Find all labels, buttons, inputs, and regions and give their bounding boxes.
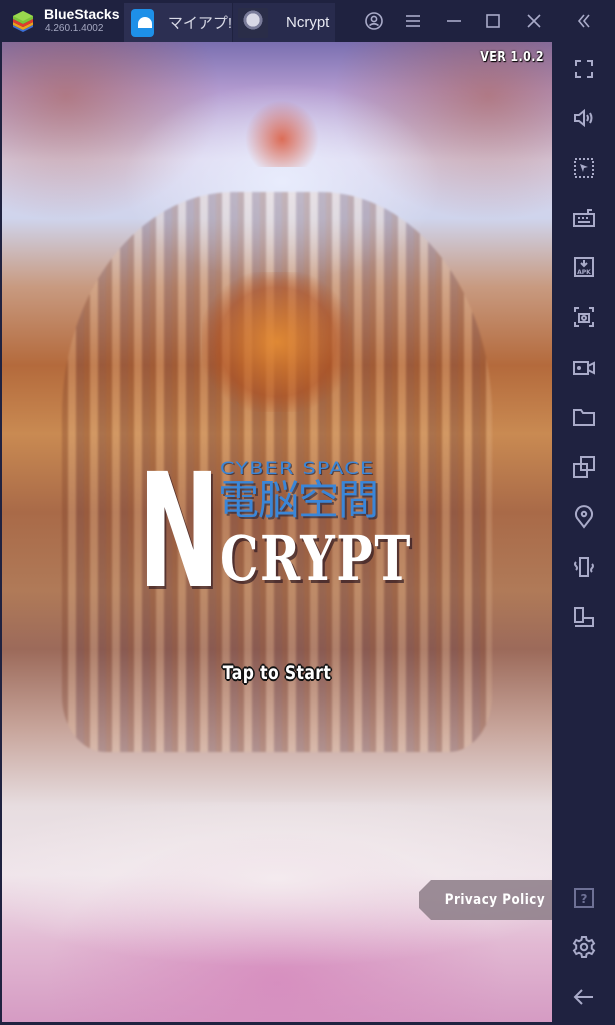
- screenshot-icon: [574, 307, 594, 327]
- svg-text:APK: APK: [577, 269, 591, 276]
- bluestacks-logo-icon: [13, 11, 33, 32]
- back-button[interactable]: [569, 982, 599, 1012]
- pointer-select-button[interactable]: [569, 153, 599, 183]
- settings-button[interactable]: [569, 932, 599, 962]
- multi-instance-button[interactable]: [569, 452, 599, 482]
- apk-install-icon: APK: [574, 257, 594, 277]
- minimize-button[interactable]: [441, 8, 467, 34]
- sidebar: APK ?: [554, 42, 615, 1025]
- close-icon: [527, 14, 541, 28]
- privacy-policy-label: Privacy Policy: [444, 892, 545, 908]
- home-icon: [131, 8, 154, 37]
- maximize-icon: [486, 14, 500, 28]
- logo-title: CRYPT: [220, 522, 412, 595]
- keyboard-icon: [573, 209, 595, 227]
- collapse-sidebar-button[interactable]: [571, 8, 597, 34]
- volume-icon: [574, 108, 593, 128]
- svg-text:?: ?: [581, 892, 588, 906]
- palace-art: [202, 272, 352, 412]
- multi-instance-icon: [573, 456, 595, 478]
- rotate-icon: [574, 607, 594, 627]
- menu-button[interactable]: [400, 8, 426, 34]
- maximize-button[interactable]: [480, 8, 506, 34]
- record-video-button[interactable]: [569, 353, 599, 383]
- location-button[interactable]: [569, 502, 599, 532]
- account-button[interactable]: [361, 8, 387, 34]
- minimize-icon: [447, 20, 461, 22]
- title-bar: BlueStacks 4.260.1.4002 マイアプ! Ncrypt: [0, 0, 615, 42]
- app-version: 4.260.1.4002: [45, 23, 104, 34]
- tab-my-apps[interactable]: マイアプ!: [124, 3, 232, 42]
- fullscreen-icon: [575, 60, 593, 78]
- rotate-button[interactable]: [569, 602, 599, 632]
- folder-icon: [573, 409, 595, 426]
- tab-label: Ncrypt: [286, 14, 330, 31]
- screenshot-button[interactable]: [569, 302, 599, 332]
- account-icon: [365, 12, 383, 30]
- pointer-select-icon: [574, 158, 594, 178]
- location-pin-icon: [575, 505, 593, 529]
- menu-icon: [406, 15, 420, 27]
- logo-n-letter: N: [138, 440, 220, 624]
- keyboard-controls-button[interactable]: [569, 203, 599, 233]
- tab-label: マイアプ!: [167, 15, 232, 32]
- install-apk-button[interactable]: APK: [569, 252, 599, 282]
- double-chevron-left-icon: [577, 14, 590, 28]
- shake-button[interactable]: [569, 552, 599, 582]
- logo-subtitle-jp: 電脳空間: [218, 476, 379, 524]
- phoenix-art: [242, 97, 322, 167]
- volume-button[interactable]: [569, 103, 599, 133]
- game-logo: N CYBER SPACE 電脳空間 CRYPT: [138, 440, 422, 624]
- shake-icon: [574, 557, 594, 577]
- game-screen[interactable]: VER 1.0.2 N CYBER SPACE 電脳空間 CRYPT Tap t…: [2, 42, 552, 1022]
- help-button[interactable]: ?: [569, 883, 599, 913]
- back-arrow-icon: [573, 989, 593, 1005]
- game-avatar-icon: [238, 7, 268, 38]
- help-icon: ?: [574, 888, 594, 908]
- gear-icon: [572, 936, 596, 958]
- fullscreen-button[interactable]: [569, 54, 599, 84]
- video-record-icon: [573, 361, 595, 375]
- tap-to-start-prompt[interactable]: Tap to Start: [52, 662, 503, 684]
- media-folder-button[interactable]: [569, 402, 599, 432]
- version-label: VER 1.0.2: [480, 50, 544, 65]
- close-button[interactable]: [521, 8, 547, 34]
- tab-ncrypt[interactable]: Ncrypt: [233, 3, 335, 42]
- app-name: BlueStacks: [44, 6, 120, 22]
- privacy-policy-button[interactable]: Privacy Policy: [419, 880, 552, 920]
